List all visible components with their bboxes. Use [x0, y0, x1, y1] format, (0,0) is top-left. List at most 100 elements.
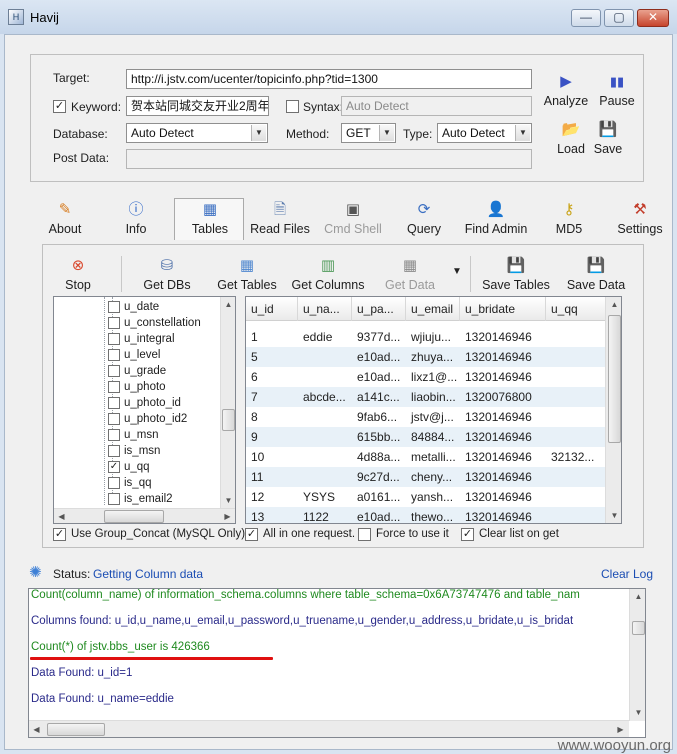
tree-item[interactable]: u_msn — [54, 427, 220, 443]
tree-item[interactable]: u_integral — [54, 331, 220, 347]
tree-item[interactable]: u_date — [54, 299, 220, 315]
grid-column-header[interactable]: u_bridate — [460, 297, 546, 321]
tree-item-checkbox[interactable] — [108, 445, 120, 457]
tab-query[interactable]: ⟳ Query — [402, 200, 446, 236]
stop-button[interactable]: ⊗ Stop — [60, 256, 96, 292]
tree-item-checkbox[interactable] — [108, 317, 120, 329]
minimize-button[interactable]: — — [571, 9, 601, 27]
get-data-button[interactable]: ▦ Get Data — [382, 256, 438, 292]
tab-info[interactable]: ⓘ Info — [116, 200, 156, 236]
tab-tables[interactable]: ▦ Tables — [184, 200, 236, 236]
clear-log-link[interactable]: Clear Log — [601, 567, 653, 581]
tree-item[interactable]: u_photo_id — [54, 395, 220, 411]
table-row[interactable]: 8 9fab6... jstv@j... 1320146946 — [246, 407, 605, 427]
scroll-right-icon[interactable]: ▶ — [613, 722, 628, 737]
tree-item-checkbox[interactable] — [108, 429, 120, 441]
all-in-one-checkbox[interactable]: ✓ — [245, 528, 258, 541]
scroll-left-icon[interactable]: ◀ — [29, 722, 44, 737]
database-select[interactable]: Auto Detect ▼ — [126, 123, 268, 143]
tab-about[interactable]: ✎ About — [42, 200, 88, 236]
tab-find-admin[interactable]: 👤 Find Admin — [460, 200, 532, 236]
close-button[interactable]: ✕ — [637, 9, 669, 27]
tree-scroll-thumb[interactable] — [222, 409, 235, 431]
table-row[interactable]: 12 YSYS a0161... yansh... 1320146946 — [246, 487, 605, 507]
grid-column-header[interactable]: u_id — [246, 297, 298, 321]
grid-scroll-thumb[interactable] — [608, 315, 621, 443]
log-vertical-scrollbar[interactable]: ▲ ▼ — [629, 589, 645, 721]
tree-vertical-scrollbar[interactable]: ▲ ▼ — [220, 297, 235, 509]
tree-item[interactable]: u_photo_id2 — [54, 411, 220, 427]
get-columns-button[interactable]: ▥ Get Columns — [290, 256, 366, 292]
data-grid[interactable]: u_id u_na... u_pa... u_email u_bridate u_qq 1… — [245, 296, 622, 524]
tree-item-checkbox[interactable] — [108, 365, 120, 377]
tab-cmd-shell[interactable]: ▣ Cmd Shell — [320, 200, 386, 236]
scroll-down-icon[interactable]: ▼ — [221, 493, 235, 508]
syntax-input[interactable]: Auto Detect — [341, 96, 532, 116]
grid-column-header[interactable]: u_qq — [546, 297, 606, 321]
tree-item[interactable]: is_qq — [54, 475, 220, 491]
tree-item-checkbox[interactable] — [108, 397, 120, 409]
clear-list-checkbox[interactable]: ✓ — [461, 528, 474, 541]
table-row[interactable]: 9 615bb... 84884... 1320146946 — [246, 427, 605, 447]
target-input[interactable]: http://i.jstv.com/ucenter/topicinfo.php?… — [126, 69, 532, 89]
tree-item-checkbox[interactable] — [108, 333, 120, 345]
analyze-button[interactable]: ▶ Analyze — [542, 72, 590, 108]
table-row[interactable]: 6 e10ad... lixz1@... 1320146946 — [246, 367, 605, 387]
scroll-left-icon[interactable]: ◀ — [54, 509, 69, 523]
log-panel[interactable]: Count(column_name) of information_schema… — [28, 588, 646, 738]
tree-hscroll-thumb[interactable] — [104, 510, 164, 523]
grid-vertical-scrollbar[interactable]: ▲ ▼ — [605, 297, 621, 523]
table-row[interactable]: 13 1122 e10ad... thewo... 1320146946 — [246, 507, 605, 523]
force-checkbox[interactable] — [358, 528, 371, 541]
table-row[interactable]: 7 abcde... a141c... liaobin... 1320076800 — [246, 387, 605, 407]
get-dbs-button[interactable]: ⛁ Get DBs — [140, 256, 194, 292]
syntax-checkbox[interactable] — [286, 100, 299, 113]
scroll-up-icon[interactable]: ▲ — [221, 297, 235, 312]
save-tables-button[interactable]: 💾 Save Tables — [480, 256, 552, 292]
load-button[interactable]: 📂 Load — [552, 120, 590, 156]
tree-item[interactable]: ✓ u_qq — [54, 459, 220, 475]
keyword-checkbox[interactable]: ✓ — [53, 100, 66, 113]
tree-item[interactable]: is_msn — [54, 443, 220, 459]
pause-button[interactable]: ▮▮ Pause — [596, 72, 638, 108]
save-button[interactable]: 💾 Save — [592, 120, 624, 156]
grid-column-header[interactable]: u_email — [406, 297, 460, 321]
group-concat-checkbox[interactable]: ✓ — [53, 528, 66, 541]
get-tables-button[interactable]: ▦ Get Tables — [214, 256, 280, 292]
tree-horizontal-scrollbar[interactable]: ◀ ▶ — [54, 508, 235, 523]
log-scroll-thumb[interactable] — [632, 621, 645, 635]
method-select[interactable]: GET ▼ — [341, 123, 396, 143]
tab-settings[interactable]: ⚒ Settings — [614, 200, 666, 236]
table-row[interactable]: 5 e10ad... zhuya... 1320146946 — [246, 347, 605, 367]
column-tree[interactable]: u_date u_constellation u_integral u_level u_… — [53, 296, 236, 524]
log-horizontal-scrollbar[interactable]: ◀ ▶ — [29, 720, 629, 737]
grid-column-header[interactable]: u_pa... — [352, 297, 406, 321]
type-select[interactable]: Auto Detect ▼ — [437, 123, 532, 143]
log-hscroll-thumb[interactable] — [47, 723, 105, 736]
tab-read-files[interactable]: 🗎 Read Files — [248, 200, 312, 236]
keyword-input[interactable]: 贺本站同城交友开业2周年 — [126, 96, 269, 116]
scroll-up-icon[interactable]: ▲ — [607, 297, 621, 312]
scroll-up-icon[interactable]: ▲ — [631, 589, 645, 604]
tree-item[interactable]: is_email2 — [54, 491, 220, 507]
get-data-dropdown-icon[interactable]: ▼ — [452, 266, 462, 277]
tree-item[interactable]: u_level — [54, 347, 220, 363]
tree-item[interactable]: u_grade — [54, 363, 220, 379]
postdata-input[interactable] — [126, 149, 532, 169]
tree-item-checkbox[interactable] — [108, 477, 120, 489]
grid-column-header[interactable]: u_na... — [298, 297, 352, 321]
tree-item-checkbox[interactable] — [108, 349, 120, 361]
tree-item[interactable]: u_photo — [54, 379, 220, 395]
tree-item[interactable]: u_constellation — [54, 315, 220, 331]
scroll-right-icon[interactable]: ▶ — [220, 509, 235, 523]
tree-item-checkbox[interactable] — [108, 413, 120, 425]
tree-item-checkbox[interactable] — [108, 301, 120, 313]
table-row[interactable]: 10 4d88a... metalli... 1320146946 32132... — [246, 447, 605, 467]
tab-md5[interactable]: ⚷ MD5 — [550, 200, 588, 236]
scroll-down-icon[interactable]: ▼ — [607, 508, 621, 523]
table-row[interactable]: 1 eddie 9377d... wjiuju... 1320146946 — [246, 327, 605, 347]
tree-item-checkbox[interactable] — [108, 493, 120, 505]
save-data-button[interactable]: 💾 Save Data — [565, 256, 627, 292]
table-row[interactable]: 11 9c27d... cheny... 1320146946 — [246, 467, 605, 487]
maximize-button[interactable]: ▢ — [604, 9, 634, 27]
